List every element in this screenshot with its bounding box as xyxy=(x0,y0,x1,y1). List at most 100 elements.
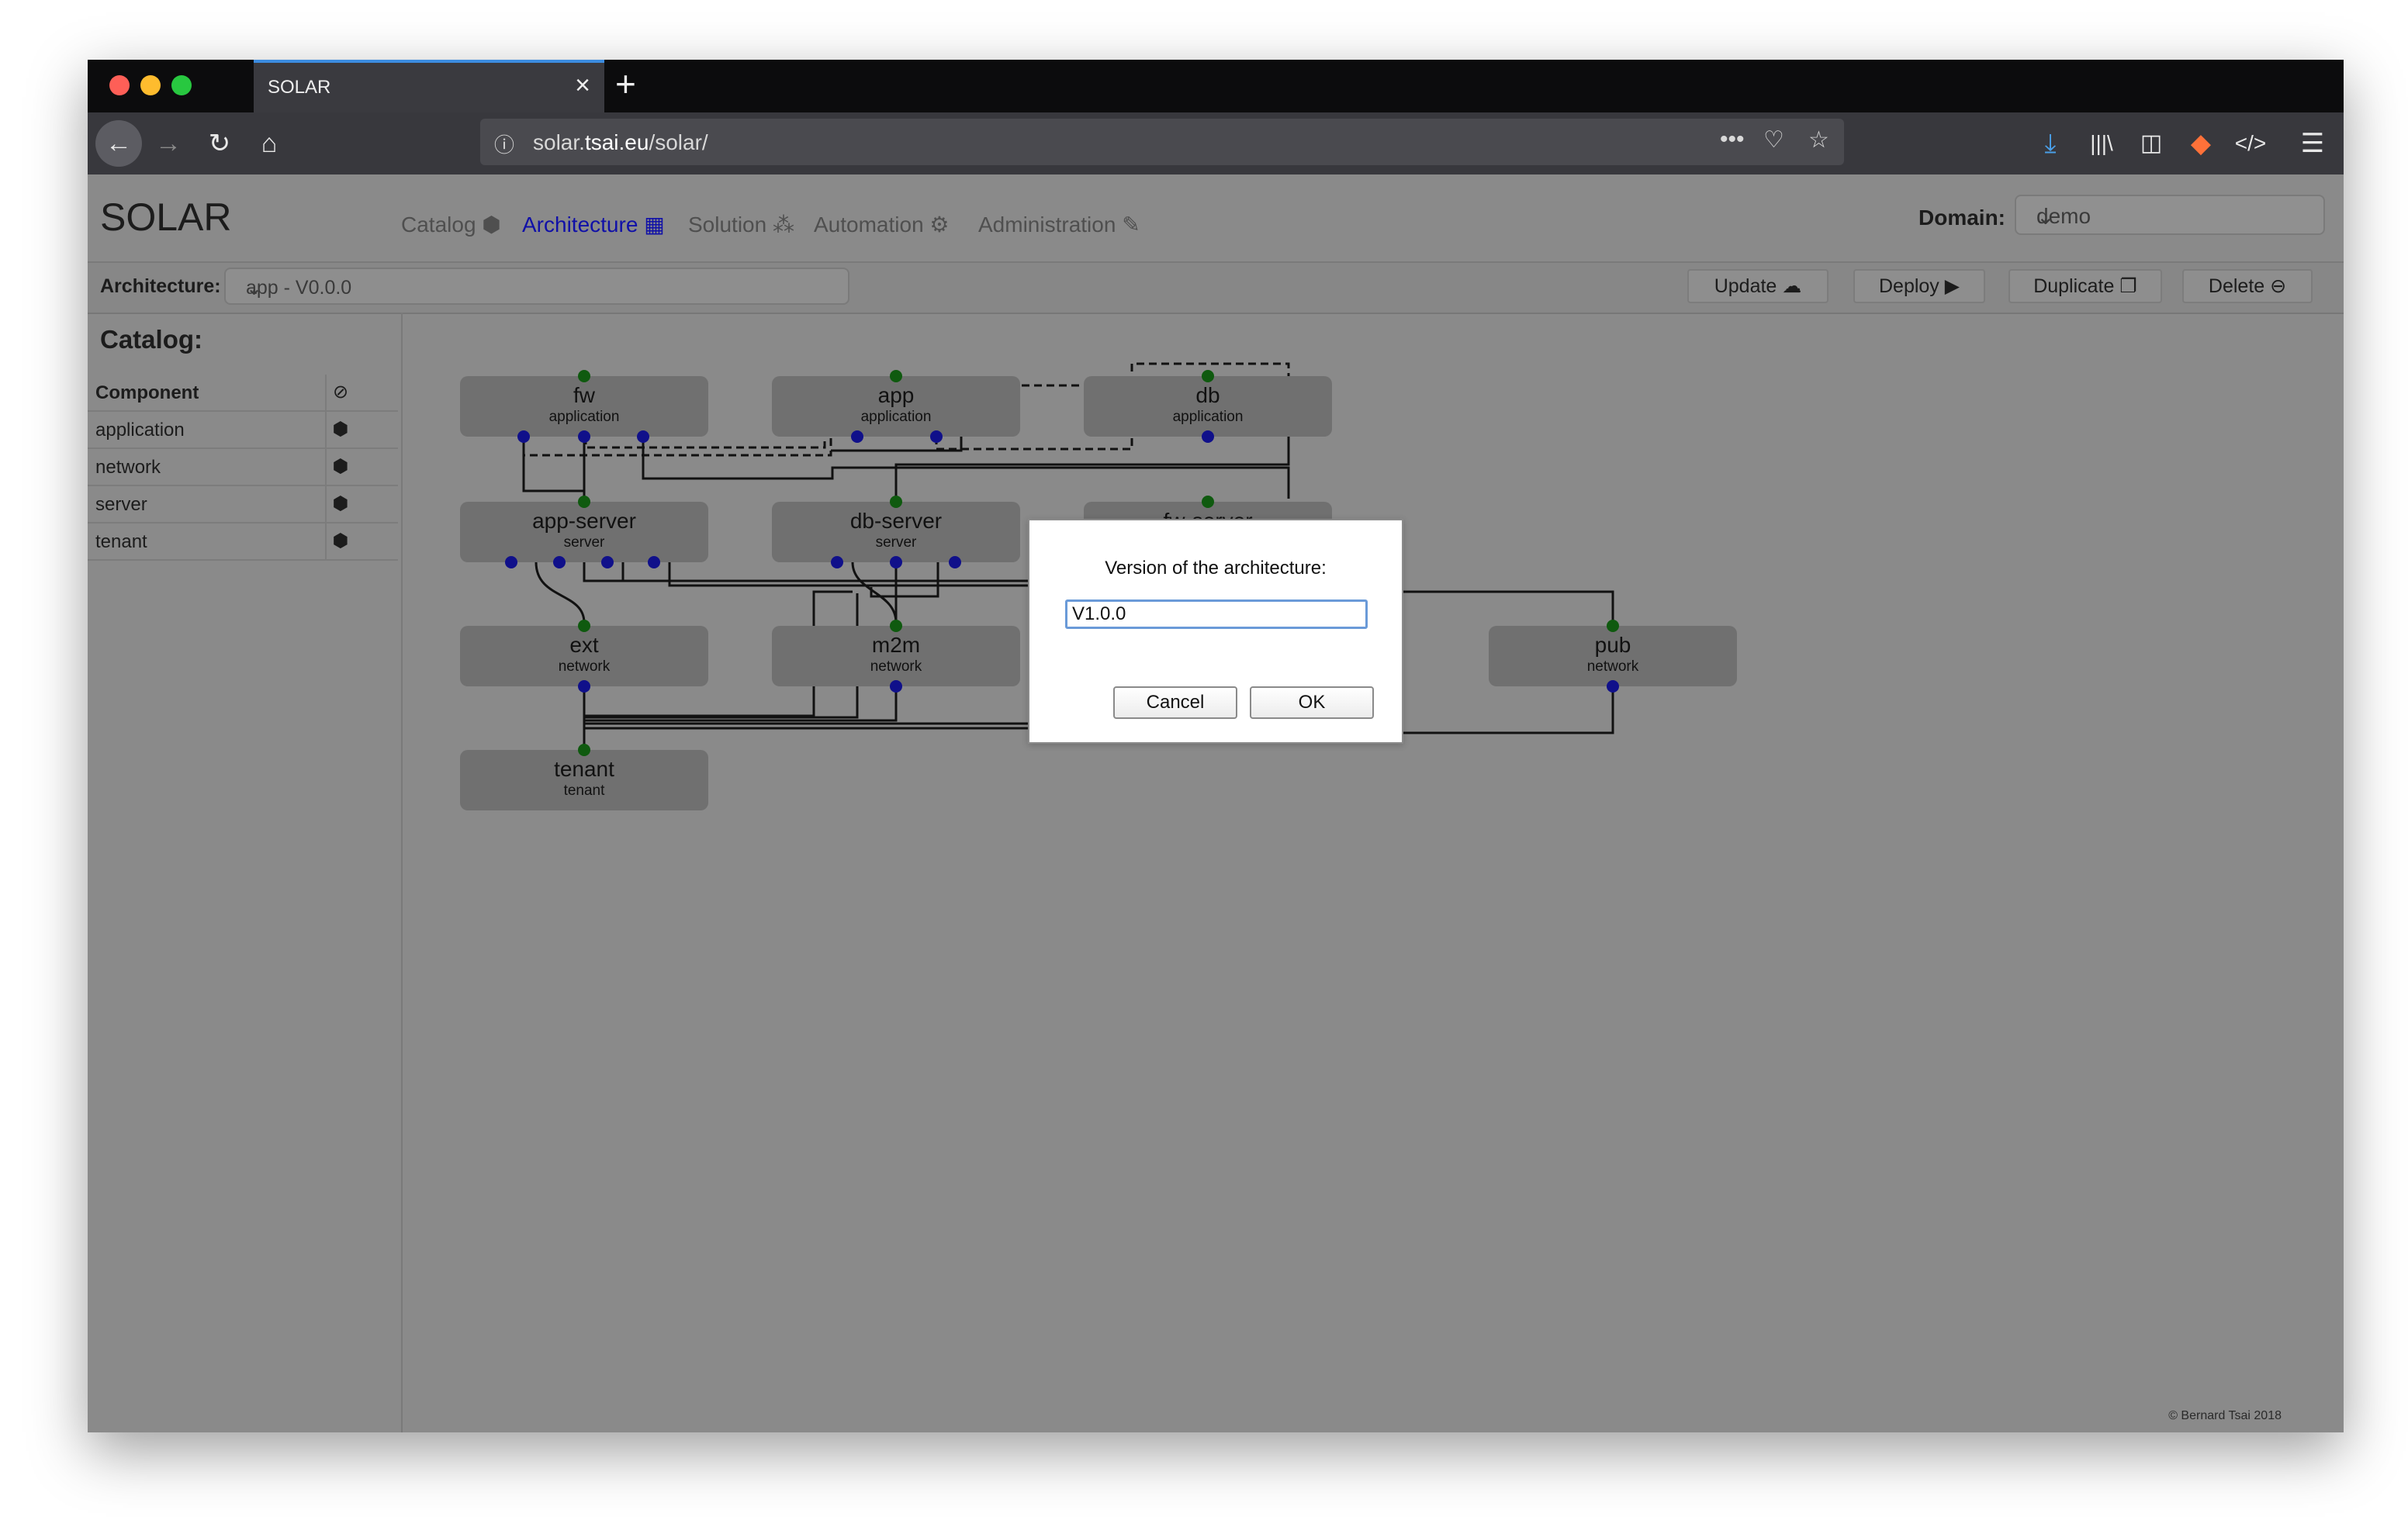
node-name: m2m xyxy=(872,633,920,657)
input-port[interactable] xyxy=(1202,370,1214,382)
minimize-window-button[interactable] xyxy=(140,75,161,95)
connection-line xyxy=(522,437,586,499)
node-name: tenant xyxy=(554,757,614,781)
input-port[interactable] xyxy=(890,496,902,508)
architecture-label: Architecture: xyxy=(100,275,221,297)
input-port[interactable] xyxy=(1607,620,1619,632)
home-icon[interactable]: ⌂ xyxy=(246,120,292,167)
catalog-item-label: network xyxy=(95,457,161,478)
nav-architecture[interactable]: Architecture ▦ xyxy=(522,212,665,237)
site-info-icon[interactable]: ⓘ xyxy=(494,130,514,158)
zoom-window-button[interactable] xyxy=(171,75,192,95)
url-bar[interactable]: ⓘ solar.tsai.eu/solar/ ••• ♡ ☆ xyxy=(480,119,1844,165)
input-port[interactable] xyxy=(578,370,590,382)
output-port[interactable] xyxy=(505,556,517,568)
close-window-button[interactable] xyxy=(109,75,130,95)
catalog-item-server[interactable]: server ⬢ xyxy=(88,486,398,523)
deploy-button[interactable]: Deploy ▶ xyxy=(1853,269,1985,303)
output-port[interactable] xyxy=(831,556,843,568)
cube-icon[interactable]: ⬢ xyxy=(323,492,358,515)
catalog-panel: Catalog: Component ⊘ application ⬢ netwo… xyxy=(88,313,403,1432)
catalog-item-label: server xyxy=(95,494,147,515)
input-port[interactable] xyxy=(890,620,902,632)
input-port[interactable] xyxy=(1202,496,1214,508)
back-icon[interactable]: ← xyxy=(95,120,142,167)
tab-title: SOLAR xyxy=(268,77,331,98)
tab-close-icon[interactable]: × xyxy=(575,71,590,101)
nav-solution-label: Solution xyxy=(688,212,767,237)
dialog-message: Version of the architecture: xyxy=(1105,558,1327,579)
output-port[interactable] xyxy=(1202,430,1214,443)
catalog-item-application[interactable]: application ⬢ xyxy=(88,412,398,449)
reload-icon[interactable]: ↻ xyxy=(196,120,243,167)
output-port[interactable] xyxy=(1607,680,1619,693)
architecture-select[interactable]: app - V0.0.0 ⌄ xyxy=(224,268,849,305)
node-type: application xyxy=(549,409,620,425)
catalog-table: Component ⊘ application ⬢ network ⬢ serv… xyxy=(88,375,398,561)
domain-label: Domain: xyxy=(1918,206,2005,230)
output-port[interactable] xyxy=(578,680,590,693)
duplicate-button[interactable]: Duplicate ❐ xyxy=(2008,269,2162,303)
new-tab-icon[interactable]: + xyxy=(615,63,636,105)
ok-button[interactable]: OK xyxy=(1250,686,1374,719)
output-port[interactable] xyxy=(890,556,902,568)
architecture-diagram[interactable]: fw application app application db applic… xyxy=(403,313,2344,1432)
domain-select[interactable]: demo ⌄ xyxy=(2015,195,2325,235)
duplicate-button-label: Duplicate xyxy=(2033,275,2115,297)
cube-icon[interactable]: ⬢ xyxy=(323,418,358,441)
node-type: network xyxy=(1587,658,1639,675)
library-icon[interactable]: |||\ xyxy=(2078,120,2125,167)
tab-bar: SOLAR × + xyxy=(88,60,2344,112)
input-port[interactable] xyxy=(578,620,590,632)
page-actions-icon[interactable]: ••• xyxy=(1720,126,1745,153)
delete-button[interactable]: Delete ⊖ xyxy=(2182,269,2313,303)
input-port[interactable] xyxy=(890,370,902,382)
catalog-item-network[interactable]: network ⬢ xyxy=(88,449,398,486)
eye-slash-icon[interactable]: ⊘ xyxy=(323,381,358,403)
output-port[interactable] xyxy=(930,430,943,443)
hamburger-menu-icon[interactable]: ☰ xyxy=(2289,120,2336,167)
version-input[interactable] xyxy=(1065,599,1368,629)
catalog-item-tenant[interactable]: tenant ⬢ xyxy=(88,523,398,561)
extension-fox-icon[interactable]: ◆ xyxy=(2178,120,2224,167)
solar-app: SOLAR Catalog ⬢ Architecture ▦ Solution … xyxy=(88,174,2344,1432)
connection-line xyxy=(870,562,939,598)
architecture-canvas[interactable]: fw application app application db applic… xyxy=(403,313,2344,1432)
nav-administration[interactable]: Administration ✎ xyxy=(978,212,1140,237)
cancel-button[interactable]: Cancel xyxy=(1113,686,1237,719)
cube-icon: ⬢ xyxy=(482,212,501,237)
downloads-icon[interactable]: ⤓ xyxy=(2027,120,2074,167)
sidebar-toggle-icon[interactable]: ◫ xyxy=(2128,120,2174,167)
output-port[interactable] xyxy=(578,430,590,443)
developer-tools-icon[interactable]: </> xyxy=(2227,120,2274,167)
output-port[interactable] xyxy=(601,556,614,568)
cloud-upload-icon: ☁ xyxy=(1782,275,1802,297)
version-prompt-dialog: Version of the architecture: Cancel OK xyxy=(1028,519,1403,744)
forward-icon[interactable]: → xyxy=(145,120,192,167)
nav-architecture-label: Architecture xyxy=(522,212,638,237)
input-port[interactable] xyxy=(578,744,590,756)
output-port[interactable] xyxy=(949,556,961,568)
node-name: app-server xyxy=(532,509,636,533)
url-text[interactable]: solar.tsai.eu/solar/ xyxy=(533,130,708,155)
node-type: tenant xyxy=(564,783,606,799)
pocket-icon[interactable]: ♡ xyxy=(1763,126,1784,154)
output-port[interactable] xyxy=(553,556,566,568)
cube-icon[interactable]: ⬢ xyxy=(323,455,358,478)
catalog-title: Catalog: xyxy=(100,325,202,354)
output-port[interactable] xyxy=(851,430,863,443)
nav-solution[interactable]: Solution ⁂ xyxy=(688,212,794,237)
output-port[interactable] xyxy=(648,556,660,568)
browser-tab[interactable]: SOLAR × xyxy=(254,60,604,112)
output-port[interactable] xyxy=(637,430,649,443)
update-button[interactable]: Update ☁ xyxy=(1687,269,1828,303)
input-port[interactable] xyxy=(578,496,590,508)
node-type: server xyxy=(564,534,605,551)
nav-automation[interactable]: Automation ⚙ xyxy=(814,212,950,237)
play-circle-icon: ▶ xyxy=(1944,275,1960,297)
output-port[interactable] xyxy=(890,680,902,693)
output-port[interactable] xyxy=(517,430,530,443)
cube-icon[interactable]: ⬢ xyxy=(323,530,358,552)
bookmark-star-icon[interactable]: ☆ xyxy=(1808,126,1829,154)
nav-catalog[interactable]: Catalog ⬢ xyxy=(401,212,501,237)
